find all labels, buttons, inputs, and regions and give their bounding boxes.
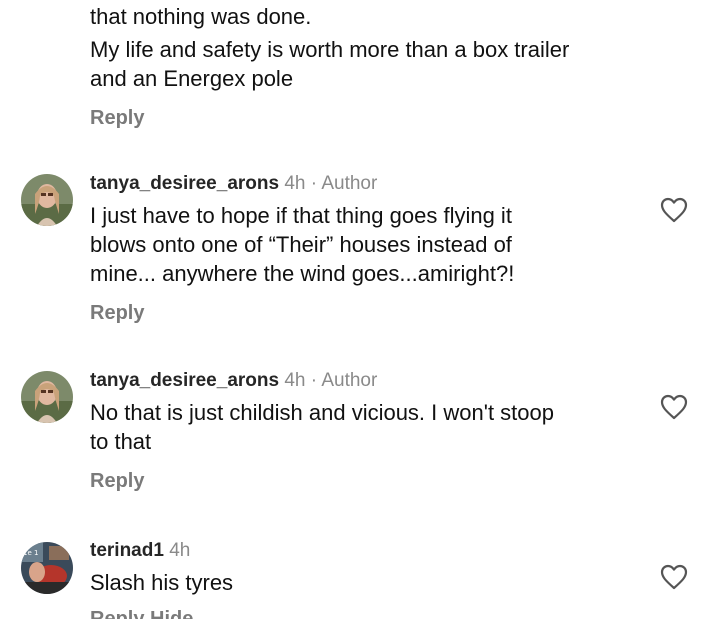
continued-comment: that nothing was done. My life and safet… bbox=[90, 0, 650, 130]
comment-body: terinad1 4h Slash his tyres bbox=[90, 539, 650, 597]
avatar-image: 1e 1 bbox=[21, 542, 73, 594]
avatar[interactable]: 1e 1 bbox=[21, 542, 73, 594]
comment-meta: terinad1 4h bbox=[90, 539, 650, 563]
comment-text: Slash his tyres bbox=[90, 568, 650, 597]
author-badge: Author bbox=[321, 173, 378, 194]
comment-text-line: I just have to hope if that thing goes f… bbox=[90, 203, 512, 228]
heart-icon[interactable] bbox=[660, 197, 688, 223]
comment-text-line: mine... anywhere the wind goes...amirigh… bbox=[90, 261, 515, 286]
author-badge: Author bbox=[321, 370, 378, 391]
username[interactable]: terinad1 bbox=[90, 540, 164, 561]
comment-text-line: that nothing was done. bbox=[90, 4, 312, 29]
heart-icon[interactable] bbox=[660, 564, 688, 590]
comment-text: I just have to hope if that thing goes f… bbox=[90, 201, 650, 288]
comment-text-line: Slash his tyres bbox=[90, 570, 234, 595]
comment-text-line: to that bbox=[90, 429, 152, 454]
comments-page: that nothing was done. My life and safet… bbox=[0, 0, 720, 619]
avatar-image bbox=[21, 174, 73, 226]
comment-meta: tanya_desiree_arons 4h · Author bbox=[90, 172, 650, 196]
avatar[interactable] bbox=[21, 371, 73, 423]
reply-button[interactable]: Reply bbox=[90, 470, 650, 493]
comment-text-line: No that is just childish and vicious. I … bbox=[90, 400, 554, 425]
timestamp: 4h bbox=[169, 540, 191, 561]
timestamp: 4h bbox=[284, 173, 306, 194]
avatar-image bbox=[21, 371, 73, 423]
comment-text-line: blows onto one of “Their” houses instead… bbox=[90, 232, 512, 257]
comment-actions-partial[interactable]: Reply Hide bbox=[90, 608, 193, 619]
comment-meta: tanya_desiree_arons 4h · Author bbox=[90, 369, 650, 393]
comment-text: No that is just childish and vicious. I … bbox=[90, 398, 650, 456]
comment-body: tanya_desiree_arons 4h · Author I just h… bbox=[90, 172, 650, 325]
username[interactable]: tanya_desiree_arons bbox=[90, 173, 279, 194]
timestamp: 4h bbox=[284, 370, 306, 391]
comment-body: tanya_desiree_arons 4h · Author No that … bbox=[90, 369, 650, 493]
comment-text-line: My life and safety is worth more than a … bbox=[90, 37, 570, 62]
reply-button[interactable]: Reply bbox=[90, 107, 650, 130]
svg-text:1e 1: 1e 1 bbox=[23, 549, 38, 557]
separator-dot: · bbox=[310, 173, 318, 194]
avatar[interactable] bbox=[21, 174, 73, 226]
comment-text-line: and an Energex pole bbox=[90, 66, 294, 91]
separator-dot: · bbox=[310, 370, 318, 391]
reply-button[interactable]: Reply bbox=[90, 302, 650, 325]
heart-icon[interactable] bbox=[660, 394, 688, 420]
username[interactable]: tanya_desiree_arons bbox=[90, 370, 279, 391]
